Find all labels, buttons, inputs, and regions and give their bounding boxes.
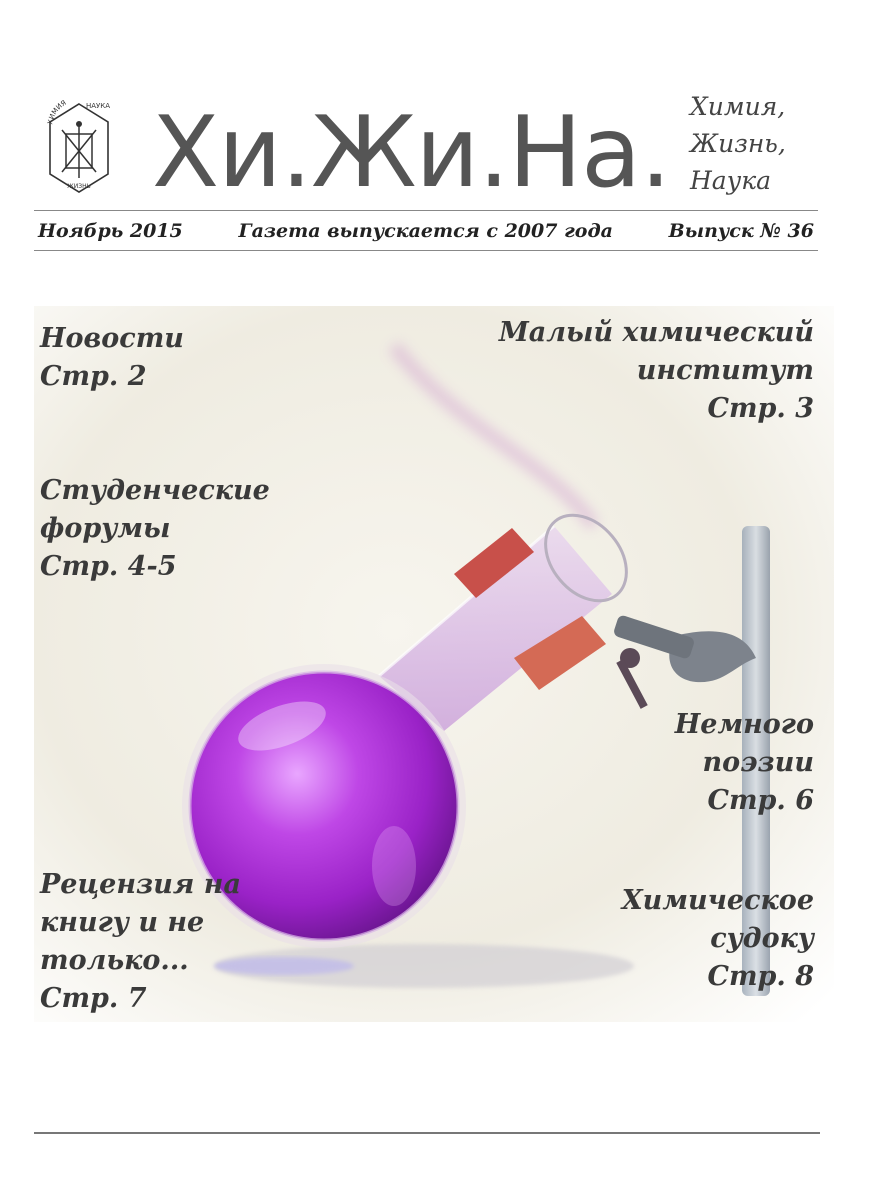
- toc-news: Новости Стр. 2: [40, 320, 184, 396]
- toc-poetry-page: Стр. 6: [707, 785, 814, 816]
- toc-sudoku: Химическое судоку Стр. 8: [622, 882, 814, 996]
- svg-text:ХИМИЯ: ХИМИЯ: [46, 99, 68, 125]
- toc-review-page: Стр. 7: [40, 983, 147, 1014]
- footer-rule: [34, 1132, 820, 1134]
- toc-institute-title-2: институт: [636, 355, 814, 386]
- toc-forums-page: Стр. 4-5: [40, 551, 177, 582]
- toc-institute-page: Стр. 3: [707, 393, 814, 424]
- toc-forums-title-2: форумы: [40, 513, 171, 544]
- tagline-chemistry: Химия,: [690, 92, 786, 121]
- toc-review-title-1: Рецензия на: [40, 869, 241, 900]
- publication-since: Газета выпускается с 2007 года: [238, 220, 613, 242]
- toc-sudoku-title-2: судоку: [710, 923, 814, 954]
- toc-news-page: Стр. 2: [40, 361, 147, 392]
- issue-number: Выпуск № 36: [668, 220, 814, 242]
- toc-institute: Малый химический институт Стр. 3: [499, 314, 814, 428]
- toc-review-title-2: книгу и не: [40, 907, 205, 938]
- tagline-life: Жизнь,: [690, 129, 786, 158]
- tagline-science: Наука: [690, 166, 772, 195]
- toc-poetry-title-1: Немного: [674, 709, 814, 740]
- header-rule-bottom: [34, 250, 818, 251]
- toc-review-title-3: только...: [40, 945, 189, 976]
- toc-review: Рецензия на книгу и не только... Стр. 7: [40, 866, 241, 1018]
- toc-news-title: Новости: [40, 323, 184, 354]
- toc-poetry-title-2: поэзии: [702, 747, 814, 778]
- logo-text-science: НАУКА: [86, 102, 110, 110]
- issue-date: Ноябрь 2015: [38, 220, 183, 242]
- tagline: Химия, Жизнь, Наука: [690, 88, 786, 199]
- toc-poetry: Немного поэзии Стр. 6: [675, 706, 814, 820]
- issue-info-bar: Ноябрь 2015 Газета выпускается с 2007 го…: [34, 214, 818, 248]
- toc-forums: Студенческие форумы Стр. 4-5: [40, 472, 270, 586]
- toc-sudoku-title-1: Химическое: [621, 885, 814, 916]
- toc-institute-title-1: Малый химический: [498, 317, 814, 348]
- newspaper-title: Хи.Жи.На.: [152, 96, 671, 210]
- logo-emblem: ХИМИЯ НАУКА ЖИЗНЬ: [46, 99, 110, 193]
- header-rule-top: [34, 210, 818, 211]
- logo-text-chemistry: ХИМИЯ: [46, 99, 68, 125]
- toc-forums-title-1: Студенческие: [40, 475, 270, 506]
- toc-sudoku-page: Стр. 8: [707, 961, 814, 992]
- logo-text-life: ЖИЗНЬ: [67, 183, 90, 190]
